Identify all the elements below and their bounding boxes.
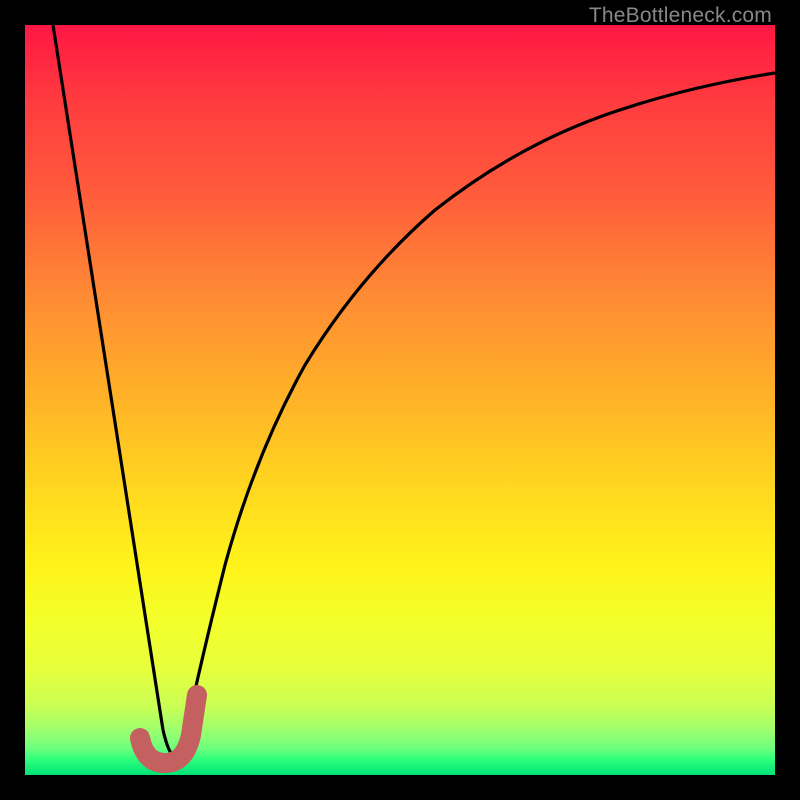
plot-area <box>25 25 775 775</box>
check-mark-icon <box>140 695 197 763</box>
watermark-text: TheBottleneck.com <box>589 4 772 28</box>
optimal-marker <box>25 25 775 775</box>
chart-frame: TheBottleneck.com <box>0 0 800 800</box>
